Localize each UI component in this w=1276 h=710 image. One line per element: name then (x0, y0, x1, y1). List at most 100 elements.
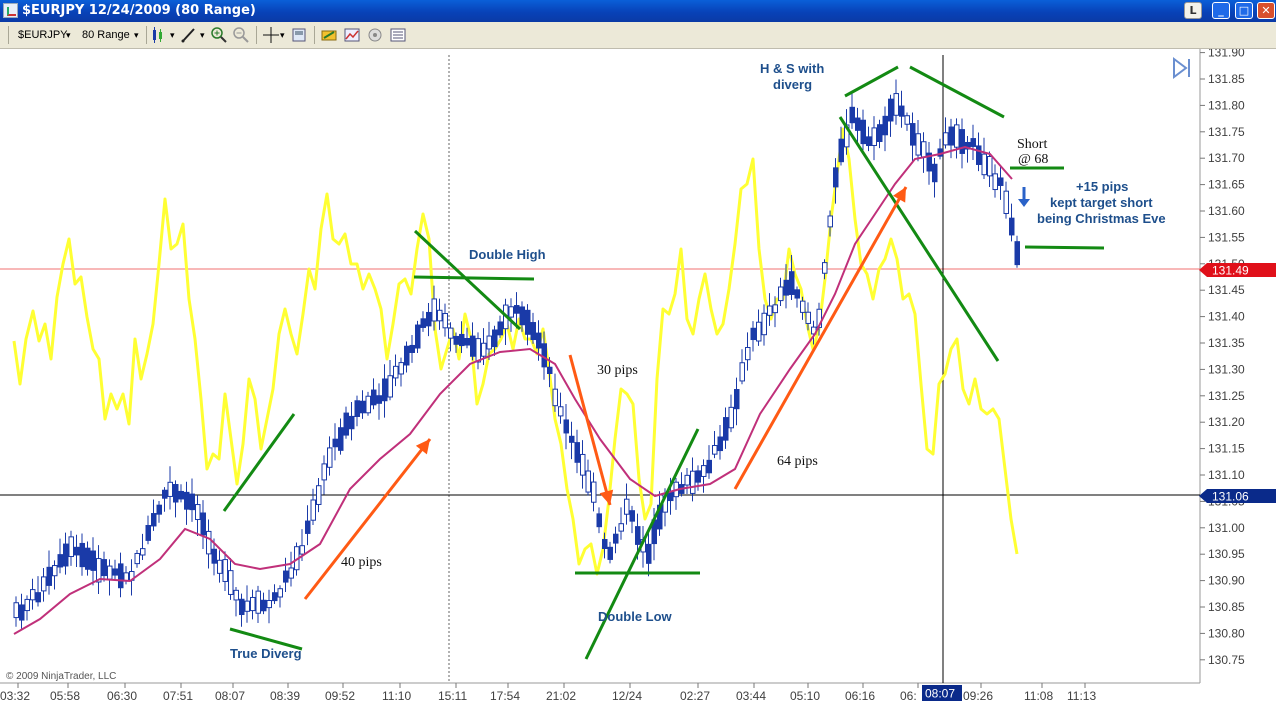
double-low-label: Double Low (598, 609, 673, 624)
candle-body (299, 545, 305, 555)
time-axis-label: 21:02 (546, 689, 576, 703)
candle-body (723, 417, 729, 441)
candle-body (558, 406, 564, 417)
candle-body (959, 129, 965, 154)
candle-body (162, 489, 168, 499)
candle-body (376, 395, 382, 404)
strategies-icon[interactable] (320, 26, 338, 44)
candle-body (112, 568, 118, 576)
properties-icon[interactable] (366, 26, 384, 44)
close-button[interactable]: ✕ (1257, 2, 1275, 19)
candle-body (904, 115, 910, 125)
candle-body (866, 136, 872, 147)
candle-body (580, 453, 586, 476)
candle-body (717, 436, 723, 452)
svg-text:131.06: 131.06 (1212, 490, 1249, 504)
chart-style-icon[interactable] (150, 26, 168, 44)
chart-canvas[interactable]: 131.90 131.85 131.80 131.75 131.70 131.65 131.… (0, 49, 1276, 710)
candle-body (222, 559, 228, 582)
candle-body (420, 318, 426, 328)
time-axis-label: 15:11 (438, 689, 467, 703)
candle-body (915, 133, 921, 156)
candle-body (794, 289, 800, 299)
zoom-out-icon[interactable] (232, 26, 250, 44)
candle-body (514, 305, 520, 314)
candle-body (827, 215, 833, 228)
maximize-button[interactable]: □ (1235, 2, 1253, 19)
candle-body (250, 596, 256, 612)
interval-dropdown-icon[interactable]: ▾ (134, 26, 139, 44)
interval-selector[interactable]: 80 Range (82, 26, 130, 44)
candle-body (354, 400, 360, 417)
time-axis-label: 03:44 (736, 689, 766, 703)
time-axis-label: 05:58 (50, 689, 80, 703)
instrument-selector[interactable]: $EURJPY (18, 26, 68, 44)
crosshair-dropdown-icon[interactable]: ▾ (280, 26, 285, 44)
candle-body (739, 362, 745, 382)
hs-shoulder-line (844, 65, 899, 98)
candle-body (101, 559, 107, 577)
candle-body (992, 173, 998, 191)
price-axis-label: 131.20 (1208, 415, 1245, 429)
candle-body (90, 550, 96, 571)
time-axis-label: 03:32 (0, 689, 30, 703)
candle-body (283, 570, 289, 583)
link-button[interactable]: L (1184, 2, 1202, 19)
chart-properties-icon[interactable] (389, 26, 407, 44)
candle-body (453, 335, 459, 345)
candle-body (734, 389, 740, 410)
candle-body (261, 599, 267, 612)
candle-body (431, 298, 437, 322)
candle-body (585, 470, 591, 493)
drawing-tool-dropdown-icon[interactable]: ▾ (200, 26, 205, 44)
candle-body (800, 300, 806, 313)
candle-body (943, 132, 949, 146)
candle-body (591, 481, 597, 503)
price-chart[interactable]: 131.90 131.85 131.80 131.75 131.70 131.65 131.… (0, 49, 1276, 710)
hs-annotation-line1: H & S with (760, 61, 824, 76)
indicators-icon[interactable] (343, 26, 361, 44)
candle-body (459, 333, 465, 347)
candle-body (783, 279, 789, 296)
candle-body (79, 542, 85, 568)
chart-style-dropdown-icon[interactable]: ▾ (170, 26, 175, 44)
zoom-in-icon[interactable] (210, 26, 228, 44)
candle-body (470, 335, 476, 357)
candle-body (13, 602, 19, 619)
drawing-tool-icon[interactable] (180, 26, 198, 44)
candle-body (200, 512, 206, 536)
price-axis-label: 131.65 (1208, 178, 1245, 192)
crosshair-icon[interactable] (262, 26, 280, 44)
candle-body (756, 321, 762, 342)
candle-body (569, 435, 575, 443)
hs-shoulder-line (909, 65, 1005, 119)
time-axis-label: 08:07 (215, 689, 245, 703)
candle-body (767, 305, 773, 316)
pips40-label: 40 pips (341, 555, 382, 570)
price-axis-label: 131.30 (1208, 362, 1245, 376)
candle-body (860, 119, 866, 145)
candle-body (1003, 190, 1009, 214)
candle-body (239, 598, 245, 616)
candle-body (343, 412, 349, 436)
price-axis-label: 131.85 (1208, 72, 1245, 86)
candle-body (981, 153, 987, 176)
candle-body (189, 493, 195, 511)
crosshair-price-tag: 131.06 (1199, 489, 1276, 504)
candle-body (387, 375, 393, 398)
double-high-level (413, 275, 535, 281)
candle-body (849, 106, 855, 124)
candle-body (217, 559, 223, 574)
data-box-icon[interactable] (290, 26, 308, 44)
scroll-to-end-icon[interactable] (1173, 57, 1190, 79)
time-axis-label: 11:13 (1067, 689, 1096, 703)
chart-toolbar: $EURJPY ▾ 80 Range ▾ ▾ ▾ ▾ (0, 22, 1276, 49)
candle-body (976, 145, 982, 165)
pips64-label: 64 pips (777, 454, 818, 469)
candle-body (789, 271, 795, 295)
candle-body (970, 138, 976, 147)
time-axis-label: 02:27 (680, 689, 710, 703)
candle-body (437, 309, 443, 322)
instrument-dropdown-icon[interactable]: ▾ (66, 26, 71, 44)
minimize-button[interactable]: _ (1212, 2, 1230, 19)
